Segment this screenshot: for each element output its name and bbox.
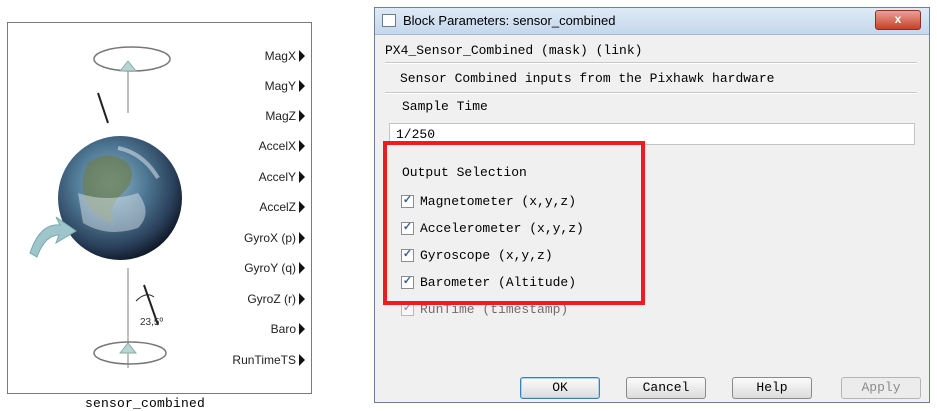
port-gyroz[interactable]: GyroZ (r) xyxy=(247,292,305,306)
mask-description: Sensor Combined inputs from the Pixhawk … xyxy=(400,71,775,86)
port-label: GyroZ (r) xyxy=(247,292,296,306)
output-port-arrow-icon xyxy=(299,323,305,335)
port-magz[interactable]: MagZ xyxy=(265,109,305,123)
dialog-titlebar[interactable]: Block Parameters: sensor_combined x xyxy=(375,8,929,35)
close-button[interactable]: x xyxy=(875,10,921,30)
port-accelx[interactable]: AccelX xyxy=(259,139,305,153)
port-label: RunTimeTS xyxy=(232,353,296,367)
mask-header: PX4_Sensor_Combined (mask) (link) xyxy=(385,43,643,58)
port-label: AccelX xyxy=(258,139,296,153)
output-port-arrow-icon xyxy=(299,354,305,366)
port-gyrox[interactable]: GyroX (p) xyxy=(244,231,305,245)
output-port-arrow-icon xyxy=(299,171,305,183)
port-runtimets[interactable]: RunTimeTS xyxy=(232,353,305,367)
port-magy[interactable]: MagY xyxy=(265,79,305,93)
output-port-arrow-icon xyxy=(299,80,305,92)
port-label: MagZ xyxy=(265,109,296,123)
output-port-arrow-icon xyxy=(299,110,305,122)
cancel-button[interactable]: Cancel xyxy=(626,377,706,399)
output-port-arrow-icon xyxy=(299,140,305,152)
sample-time-label: Sample Time xyxy=(402,99,488,114)
apply-button[interactable]: Apply xyxy=(841,377,921,399)
divider xyxy=(385,62,917,64)
ok-button[interactable]: OK xyxy=(520,377,600,399)
output-port-arrow-icon xyxy=(299,201,305,213)
port-accelz[interactable]: AccelZ xyxy=(259,200,305,214)
port-accely[interactable]: AccelY xyxy=(259,170,305,184)
port-label: AccelZ xyxy=(259,200,296,214)
sensor-combined-block[interactable]: 23,5º MagX MagY MagZ AccelX AccelY Accel… xyxy=(7,22,312,394)
port-label: GyroY (q) xyxy=(244,261,296,275)
port-gyroy[interactable]: GyroY (q) xyxy=(244,261,305,275)
output-selection-highlight-box xyxy=(383,141,645,305)
port-label: AccelY xyxy=(258,170,296,184)
output-port-arrow-icon xyxy=(299,50,305,62)
port-label: MagY xyxy=(264,79,296,93)
dialog-title: Block Parameters: sensor_combined xyxy=(403,13,616,28)
tilt-angle-label: 23,5º xyxy=(140,317,164,328)
port-baro[interactable]: Baro xyxy=(271,322,305,336)
divider xyxy=(385,92,917,94)
port-label: Baro xyxy=(270,322,296,336)
output-port-arrow-icon xyxy=(299,262,305,274)
simulink-window-icon xyxy=(382,14,396,27)
help-button[interactable]: Help xyxy=(732,377,812,399)
top-rotation-arrow-icon xyxy=(93,46,171,124)
earth-globe-icon xyxy=(58,136,182,260)
output-port-arrow-icon xyxy=(299,232,305,244)
port-label: MagX xyxy=(264,49,296,63)
output-port-arrow-icon xyxy=(299,293,305,305)
port-label: GyroX (p) xyxy=(243,231,296,245)
port-magx[interactable]: MagX xyxy=(265,49,305,63)
